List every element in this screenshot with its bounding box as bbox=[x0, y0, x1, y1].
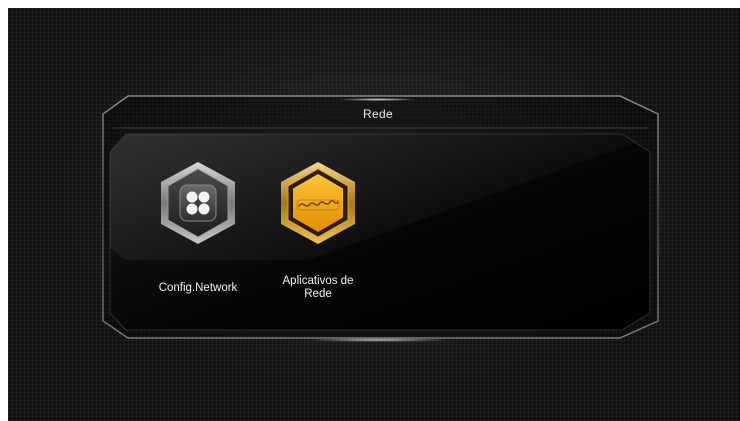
app-aplicativos-de-rede[interactable]: Aplicativos de Rede bbox=[258, 158, 378, 308]
bottom-glow bbox=[308, 338, 448, 342]
panel-title: Rede bbox=[363, 107, 393, 121]
network-config-icon bbox=[161, 162, 235, 244]
app-config-network[interactable]: Config.Network bbox=[138, 158, 258, 308]
app-label-aplicativos-line2: Rede bbox=[304, 288, 332, 300]
top-glow bbox=[338, 98, 418, 101]
app-label-aplicativos-line1: Aplicativos de bbox=[282, 275, 354, 287]
tv-menu-screen: Rede Config.Network Aplicativos de Rede bbox=[8, 8, 740, 421]
app-label-config-network: Config.Network bbox=[158, 282, 238, 294]
network-apps-icon bbox=[281, 162, 355, 244]
